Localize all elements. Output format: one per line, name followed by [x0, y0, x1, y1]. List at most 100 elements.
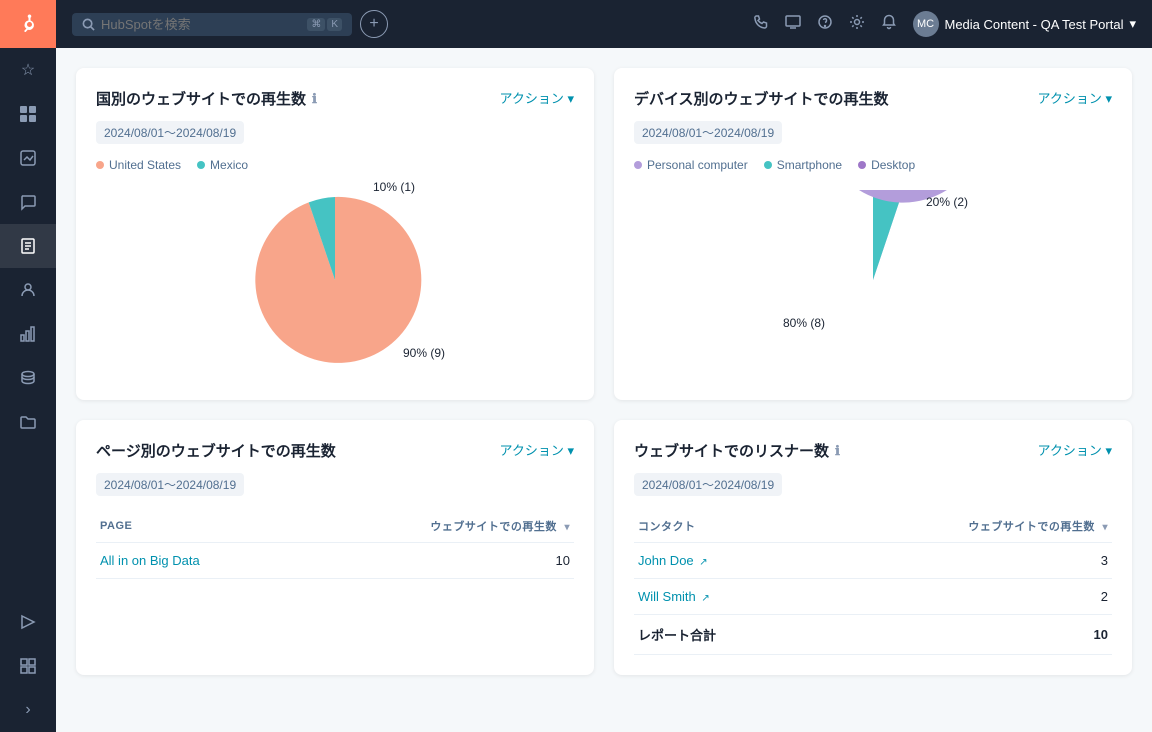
sidebar-item-chart[interactable]	[0, 136, 56, 180]
sidebar-item-document[interactable]	[0, 224, 56, 268]
search-shortcut: ⌘ K	[307, 18, 342, 31]
bell-icon[interactable]	[881, 14, 897, 35]
device-action-button[interactable]: アクション ▾	[1038, 88, 1113, 107]
total-value: 10	[810, 615, 1112, 655]
table-row: All in on Big Data 10	[96, 543, 574, 579]
sidebar-item-database[interactable]	[0, 356, 56, 400]
shortcut-key1: ⌘	[307, 18, 325, 31]
legend-dot-desktop	[858, 161, 866, 169]
search-box[interactable]: ⌘ K	[72, 13, 352, 36]
sidebar-item-reports[interactable]	[0, 312, 56, 356]
device-pie	[783, 190, 963, 370]
device-card-header: デバイス別のウェブサイトでの再生数 アクション ▾	[634, 88, 1112, 109]
country-label-90: 90% (9)	[403, 346, 445, 360]
sidebar: ☆	[0, 0, 56, 732]
topbar: ⌘ K + MC Media Content - QA T	[56, 0, 1152, 48]
listeners-card-title: ウェブサイトでのリスナー数 ℹ	[634, 440, 840, 461]
sidebar-item-settings2[interactable]	[0, 644, 56, 688]
legend-item-pc: Personal computer	[634, 158, 748, 172]
sidebar-item-comment[interactable]	[0, 180, 56, 224]
listeners-card-header: ウェブサイトでのリスナー数 ℹ アクション ▾	[634, 440, 1112, 461]
contact-plays-john: 3	[810, 543, 1112, 579]
country-legend: United States Mexico	[96, 158, 574, 172]
legend-label-mexico: Mexico	[210, 158, 248, 172]
total-label: レポート合計	[634, 615, 810, 655]
table-row: Will Smith ↗ 2	[634, 579, 1112, 615]
device-card-title: デバイス別のウェブサイトでの再生数	[634, 88, 889, 109]
page-card-header: ページ別のウェブサイトでの再生数 アクション ▾	[96, 440, 574, 461]
legend-label-desktop: Desktop	[871, 158, 915, 172]
external-link-icon-2: ↗	[701, 593, 709, 604]
legend-item-smartphone: Smartphone	[764, 158, 842, 172]
contact-plays-will: 2	[810, 579, 1112, 615]
sidebar-item-expand[interactable]: ›	[0, 688, 56, 732]
table-row: John Doe ↗ 3	[634, 543, 1112, 579]
main-area: ⌘ K + MC Media Content - QA T	[56, 0, 1152, 732]
legend-dot-us	[96, 161, 104, 169]
help-icon[interactable]	[817, 14, 833, 35]
legend-item-mexico: Mexico	[197, 158, 248, 172]
page-name: All in on Big Data	[96, 543, 344, 579]
country-label-10: 10% (1)	[373, 180, 415, 194]
legend-dot-mexico	[197, 161, 205, 169]
add-button[interactable]: +	[360, 10, 388, 38]
avatar: MC	[913, 11, 939, 37]
country-card: 国別のウェブサイトでの再生数 ℹ アクション ▾ 2024/08/01〜2024…	[76, 68, 594, 400]
device-label-20: 20% (2)	[926, 195, 968, 209]
topbar-profile[interactable]: MC Media Content - QA Test Portal ▾	[913, 11, 1137, 37]
page-date-badge: 2024/08/01〜2024/08/19	[96, 473, 244, 496]
device-legend: Personal computer Smartphone Desktop	[634, 158, 1112, 172]
sidebar-item-folder[interactable]	[0, 400, 56, 444]
country-date-badge: 2024/08/01〜2024/08/19	[96, 121, 244, 144]
legend-dot-pc	[634, 161, 642, 169]
page-card: ページ別のウェブサイトでの再生数 アクション ▾ 2024/08/01〜2024…	[76, 420, 594, 675]
listeners-date-badge: 2024/08/01〜2024/08/19	[634, 473, 782, 496]
sidebar-item-bookmark[interactable]: ☆	[0, 48, 56, 92]
sidebar-item-contacts[interactable]	[0, 268, 56, 312]
legend-item-desktop: Desktop	[858, 158, 915, 172]
device-card: デバイス別のウェブサイトでの再生数 アクション ▾ 2024/08/01〜202…	[614, 68, 1132, 400]
listeners-card: ウェブサイトでのリスナー数 ℹ アクション ▾ 2024/08/01〜2024/…	[614, 420, 1132, 675]
listeners-col-contact: コンタクト	[634, 510, 810, 543]
legend-label-us: United States	[109, 158, 181, 172]
hubspot-logo[interactable]	[0, 0, 56, 48]
country-action-button[interactable]: アクション ▾	[500, 88, 575, 107]
content-area: 国別のウェブサイトでの再生数 ℹ アクション ▾ 2024/08/01〜2024…	[56, 48, 1152, 732]
contact-name-john: John Doe ↗	[634, 543, 810, 579]
settings-icon[interactable]	[849, 14, 865, 35]
search-input[interactable]	[101, 17, 301, 32]
profile-name: Media Content - QA Test Portal	[945, 17, 1124, 32]
search-icon	[82, 18, 95, 31]
sidebar-item-dashboard[interactable]	[0, 92, 56, 136]
page-col-page: PAGE	[96, 510, 344, 543]
legend-label-smartphone: Smartphone	[777, 158, 842, 172]
page-table: PAGE ウェブサイトでの再生数 ▾ All in on Big Data 10	[96, 510, 574, 579]
country-info-icon[interactable]: ℹ	[312, 91, 317, 107]
listeners-col-plays: ウェブサイトでの再生数 ▾	[810, 510, 1112, 543]
country-chart: 10% (1) 90% (9)	[96, 180, 574, 380]
listeners-table: コンタクト ウェブサイトでの再生数 ▾ John Doe ↗	[634, 510, 1112, 655]
page-action-button[interactable]: アクション ▾	[500, 440, 575, 459]
topbar-icons	[753, 14, 897, 35]
country-card-title: 国別のウェブサイトでの再生数 ℹ	[96, 88, 317, 109]
contact-link-will[interactable]: Will Smith ↗	[638, 589, 710, 604]
listeners-sort-icon[interactable]: ▾	[1102, 522, 1108, 533]
phone-icon[interactable]	[753, 14, 769, 35]
contact-link-john[interactable]: John Doe ↗	[638, 553, 708, 568]
listeners-action-button[interactable]: アクション ▾	[1038, 440, 1113, 459]
screen-icon[interactable]	[785, 14, 801, 35]
shortcut-key2: K	[327, 18, 342, 31]
table-row-total: レポート合計 10	[634, 615, 1112, 655]
legend-item-us: United States	[96, 158, 181, 172]
legend-dot-smartphone	[764, 161, 772, 169]
sort-icon[interactable]: ▾	[564, 522, 570, 533]
external-link-icon: ↗	[699, 557, 707, 568]
device-label-80: 80% (8)	[783, 316, 825, 330]
legend-label-pc: Personal computer	[647, 158, 748, 172]
page-link[interactable]: All in on Big Data	[100, 553, 200, 568]
page-col-plays: ウェブサイトでの再生数 ▾	[344, 510, 574, 543]
device-date-badge: 2024/08/01〜2024/08/19	[634, 121, 782, 144]
sidebar-item-automation[interactable]	[0, 600, 56, 644]
country-pie	[245, 190, 425, 370]
listeners-info-icon[interactable]: ℹ	[835, 443, 840, 459]
